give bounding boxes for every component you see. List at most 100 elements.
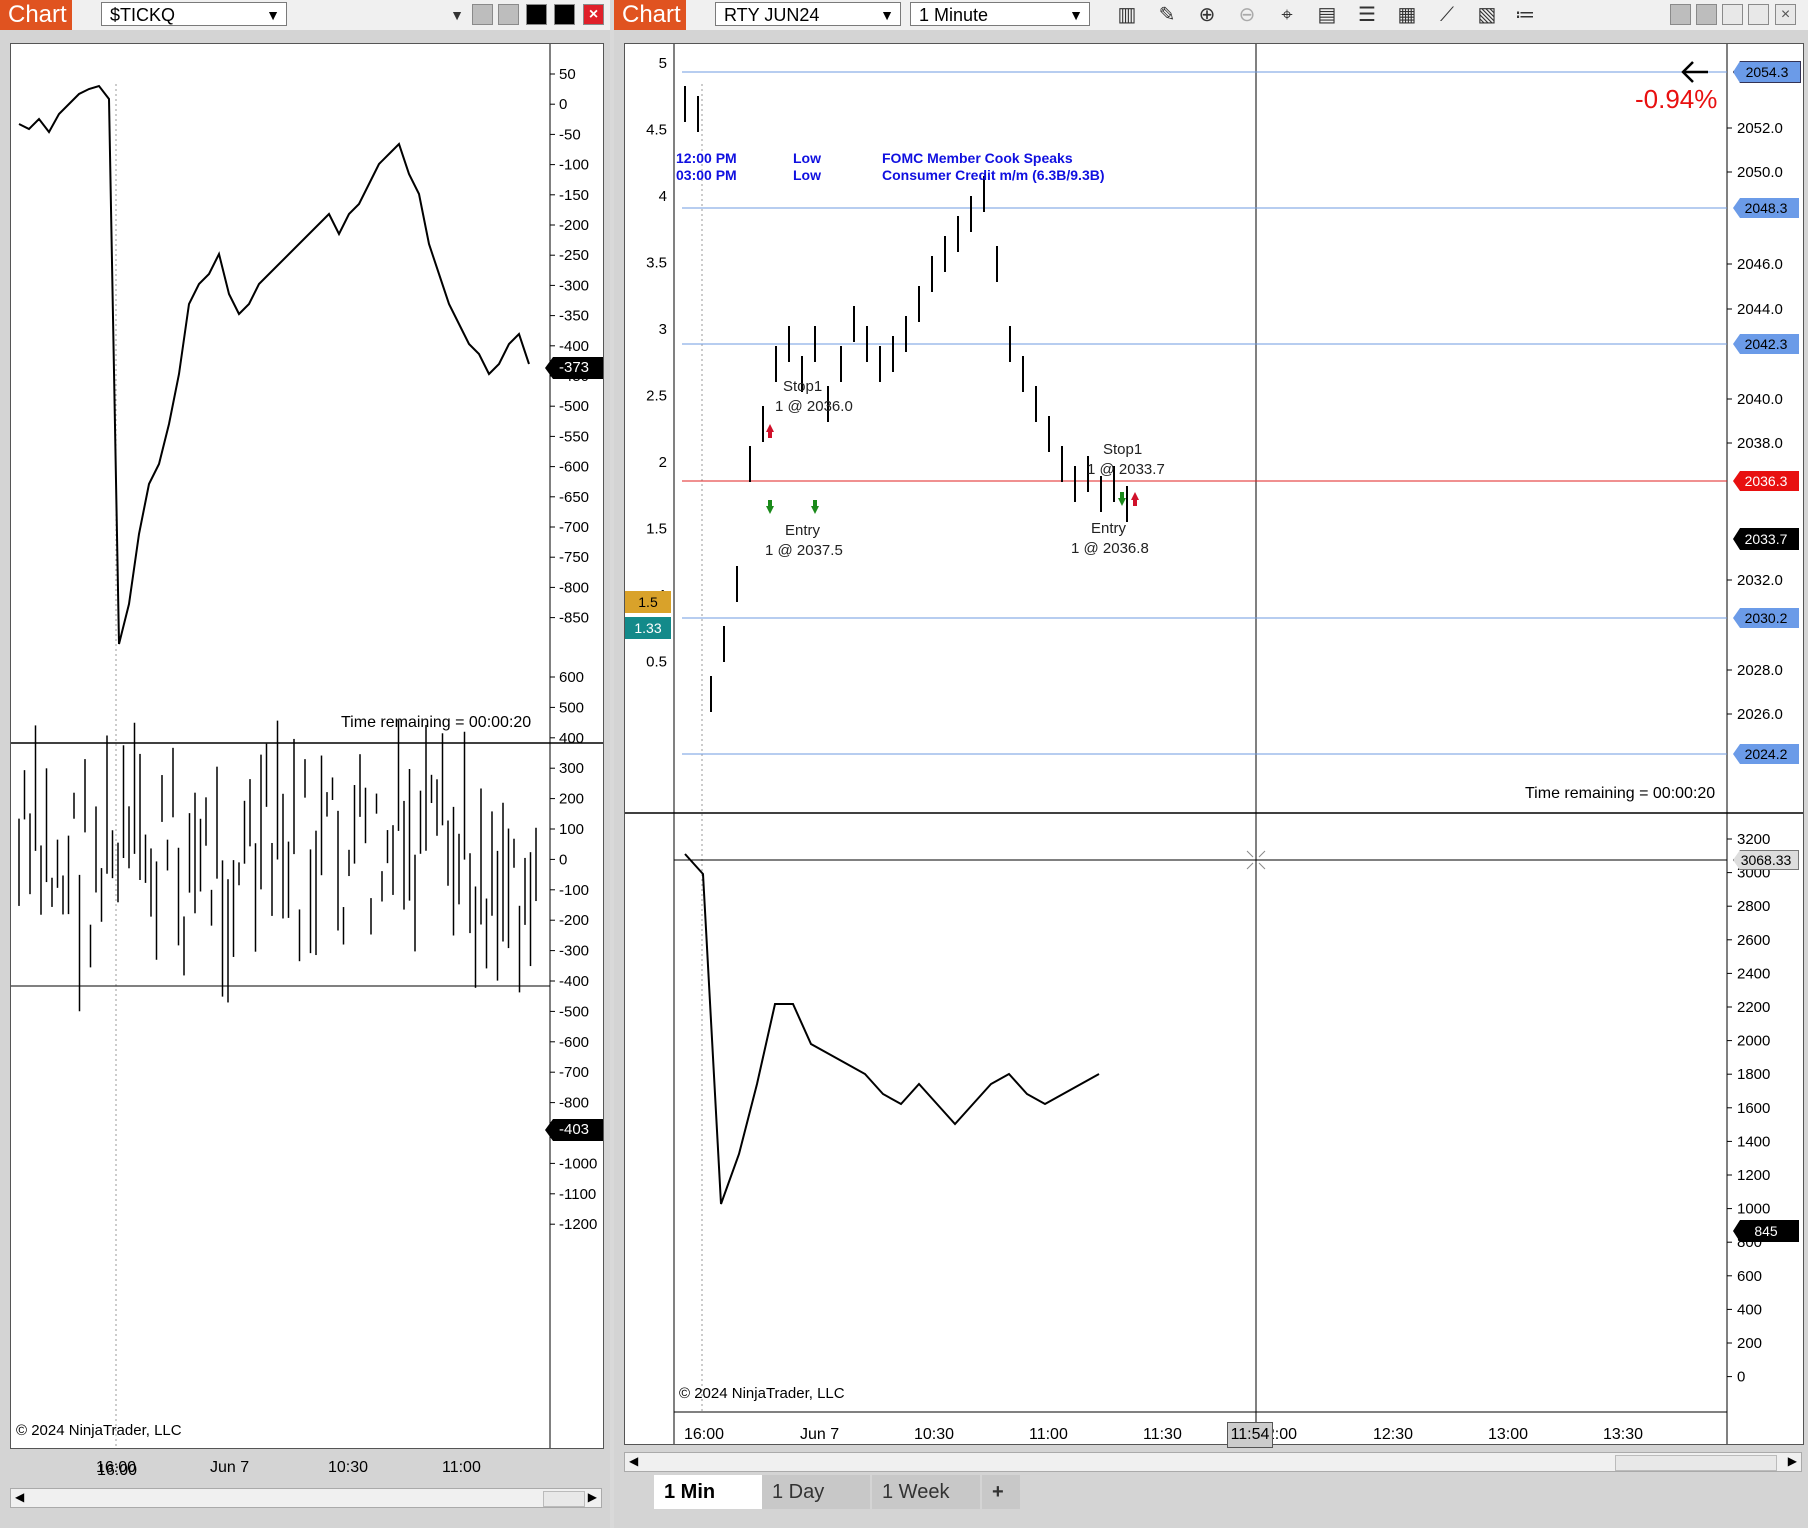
- group-button[interactable]: [1696, 4, 1717, 25]
- left-axis-label: 0.5: [646, 654, 667, 671]
- entry-label-b: Entry: [1091, 520, 1127, 537]
- copyright-label: © 2024 NinjaTrader, LLC: [679, 1385, 845, 1402]
- y-axis-label: -1100: [559, 1186, 596, 1203]
- chevron-down-icon: ▼: [880, 7, 894, 23]
- group-button[interactable]: [498, 4, 519, 25]
- scroll-right-icon[interactable]: ▶: [588, 1490, 597, 1504]
- event-impact-2: Low: [793, 167, 821, 183]
- instrument-value: $TICKQ: [110, 5, 176, 25]
- event-time-1: 12:00 PM: [676, 150, 737, 166]
- data-box-icon[interactable]: ▤: [1314, 3, 1340, 27]
- link-button[interactable]: [1670, 4, 1691, 25]
- zoom-out-icon[interactable]: ⊖: [1234, 3, 1260, 27]
- y-axis-label: -750: [559, 549, 589, 566]
- pencil-icon[interactable]: ✎: [1154, 3, 1180, 27]
- link-button[interactable]: [472, 4, 493, 25]
- time-remaining-label: Time remaining = 00:00:20: [341, 714, 532, 731]
- scroll-right-icon[interactable]: ▶: [1788, 1454, 1797, 1468]
- left-axis-label: 2: [659, 454, 667, 471]
- bar-style-icon[interactable]: ▥: [1114, 3, 1140, 27]
- y-axis-label: -400: [559, 973, 589, 990]
- buy-arrow-icon: [766, 500, 774, 514]
- y-axis-label: -500: [559, 398, 589, 415]
- teal-marker: 1.33: [625, 617, 671, 639]
- instrument-selector[interactable]: $TICKQ ▼: [101, 2, 287, 26]
- add-tab-button[interactable]: +: [982, 1475, 1020, 1509]
- price-axis-label: 2038.0: [1737, 435, 1783, 452]
- maximize-button[interactable]: [1748, 4, 1769, 25]
- y-axis-label: -100: [559, 157, 589, 174]
- y-axis-label: -850: [559, 610, 589, 627]
- left-horizontal-scrollbar[interactable]: ◀ ▶: [10, 1488, 602, 1508]
- strategies-icon[interactable]: ▧: [1474, 3, 1500, 27]
- x-label-10-30: 10:30: [914, 1426, 955, 1443]
- interval-value: 1 Minute: [919, 5, 989, 25]
- y-axis-label: -300: [559, 277, 589, 294]
- zoom-in-icon[interactable]: ⊕: [1194, 3, 1220, 27]
- lower-axis-label: 1800: [1737, 1066, 1770, 1083]
- price-box-2054: 2054.3: [1733, 61, 1801, 83]
- y-axis-label: -250: [559, 247, 589, 264]
- y-axis-label: -200: [559, 217, 589, 234]
- minimize-button[interactable]: [526, 4, 547, 25]
- y-axis-label: -150: [559, 187, 589, 204]
- y-axis-label: -800: [559, 579, 589, 596]
- lower-axis-label: 0: [1737, 1369, 1745, 1386]
- x-label-jun7: Jun 7: [210, 1459, 250, 1476]
- restore-button[interactable]: [1722, 4, 1743, 25]
- right-horizontal-scrollbar[interactable]: ◀ ▶: [624, 1452, 1802, 1472]
- scroll-thumb[interactable]: [1615, 1455, 1777, 1471]
- interval-selector[interactable]: 1 Minute ▼: [910, 2, 1090, 26]
- scroll-left-icon[interactable]: ◀: [629, 1454, 638, 1468]
- tab-1-week[interactable]: 1 Week: [872, 1475, 980, 1509]
- tickq-chart-area[interactable]: 500-50-100-150-200-250-300-350-400-450-5…: [10, 43, 604, 1479]
- price-axis-label: 2026.0: [1737, 706, 1783, 723]
- lower-axis-label: 400: [1737, 1301, 1762, 1318]
- scroll-left-icon[interactable]: ◀: [15, 1490, 24, 1504]
- close-icon[interactable]: ×: [1775, 4, 1796, 25]
- left-chart-label[interactable]: Chart: [0, 0, 72, 30]
- y-axis-label: -500: [559, 1003, 589, 1020]
- left-time-axis: 16:00 Jun 7 10:30 11:00: [10, 1454, 602, 1484]
- y-axis-label: 0: [559, 851, 567, 868]
- crosshair-icon[interactable]: ⌖: [1274, 3, 1300, 27]
- scroll-thumb[interactable]: [543, 1491, 585, 1507]
- y-axis-label: -1200: [559, 1216, 597, 1233]
- price-axis-label: 2052.0: [1737, 120, 1783, 137]
- x-label-10-30: 10:30: [328, 1459, 369, 1476]
- rty-instrument-selector[interactable]: RTY JUN24 ▼: [715, 2, 901, 26]
- y-axis-label: 600: [559, 669, 584, 686]
- lower-axis-label: 1600: [1737, 1100, 1770, 1117]
- rty-instrument-value: RTY JUN24: [724, 5, 820, 25]
- dropdown-chevron-icon[interactable]: ▼: [444, 3, 470, 27]
- price-axis-label: 2028.0: [1737, 662, 1783, 679]
- close-icon[interactable]: ×: [583, 4, 604, 25]
- x-label-11-30: 11:30: [1143, 1426, 1182, 1443]
- x-label-11-00: 11:00: [1029, 1426, 1068, 1443]
- right-chart-label[interactable]: Chart: [614, 0, 686, 30]
- tab-1-day[interactable]: 1 Day: [762, 1475, 870, 1509]
- tab-1-min[interactable]: 1 Min: [654, 1475, 762, 1509]
- stop1-label-b: Stop1: [1103, 441, 1143, 458]
- y-axis-label: -400: [559, 338, 589, 355]
- rty-chart-area[interactable]: 54.543.532.521.510.5 2052.02050.02046.02…: [624, 43, 1804, 1445]
- percent-change: -0.94%: [1635, 84, 1718, 114]
- left-titlebar: Chart $TICKQ ▼ ▼ ×: [0, 0, 610, 30]
- templates-icon[interactable]: ☰: [1354, 3, 1380, 27]
- chart-trader-icon[interactable]: ▦: [1394, 3, 1420, 27]
- entry-price-a: 1 @ 2037.5: [765, 542, 843, 559]
- lower-axis-label: 1400: [1737, 1133, 1770, 1150]
- y-axis-label: -650: [559, 489, 589, 506]
- lower-axis-label: 3200: [1737, 831, 1770, 848]
- indicators-icon[interactable]: ⟋: [1434, 3, 1460, 27]
- y-axis-label: 500: [559, 699, 584, 716]
- right-titlebar: Chart RTY JUN24 ▼ 1 Minute ▼ ▥ ✎ ⊕ ⊖ ⌖ ▤…: [614, 0, 1808, 30]
- properties-icon[interactable]: ≔: [1512, 3, 1538, 27]
- maximize-button[interactable]: [554, 4, 575, 25]
- lower-axis-label: 2800: [1737, 898, 1770, 915]
- y-axis-label: 200: [559, 791, 584, 808]
- x-label-13-30: 13:30: [1603, 1426, 1644, 1443]
- chart-tab-bar: 1 Min 1 Day 1 Week +: [654, 1475, 1254, 1509]
- y-axis-label: -50: [559, 126, 581, 143]
- copyright-label: © 2024 NinjaTrader, LLC: [16, 1422, 182, 1439]
